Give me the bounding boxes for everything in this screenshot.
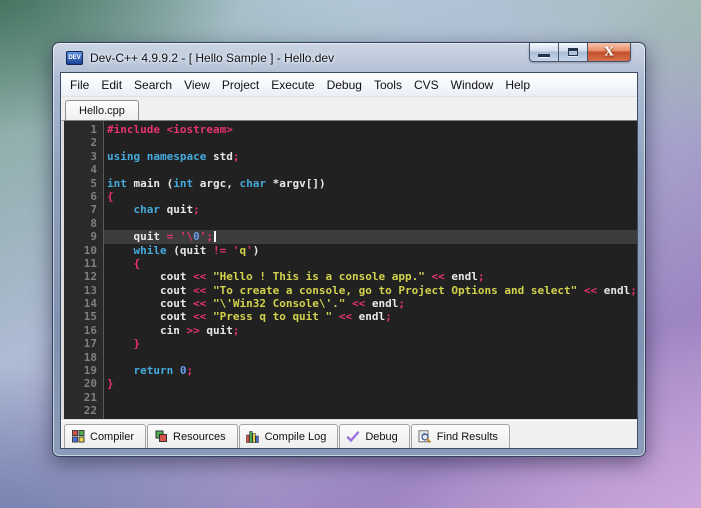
menu-file[interactable]: File	[64, 74, 95, 96]
line-number-21[interactable]: 21	[64, 391, 103, 404]
menu-debug[interactable]: Debug	[321, 74, 368, 96]
code-line-11[interactable]: {	[104, 257, 637, 270]
line-number-13[interactable]: 13	[64, 284, 103, 297]
menu-search[interactable]: Search	[128, 74, 178, 96]
menu-cvs[interactable]: CVS	[408, 74, 445, 96]
tab-resources[interactable]: Resources	[147, 424, 238, 448]
close-icon: X	[604, 44, 614, 59]
editor-tab-bar: Hello.cpp	[61, 97, 637, 120]
devcpp-window: DEV Dev-C++ 4.9.9.2 - [ Hello Sample ] -…	[52, 42, 646, 457]
resources-layers-icon	[154, 430, 168, 443]
code-line-6[interactable]: {	[104, 190, 637, 203]
line-number-14[interactable]: 14	[64, 297, 103, 310]
tab-find-results[interactable]: Find Results	[410, 424, 510, 448]
code-line-17[interactable]: }	[104, 337, 637, 350]
code-line-4[interactable]	[104, 163, 637, 176]
code-line-1[interactable]: #include <iostream>	[104, 123, 637, 136]
code-line-2[interactable]	[104, 136, 637, 149]
menu-tools[interactable]: Tools	[368, 74, 408, 96]
window-title: Dev-C++ 4.9.9.2 - [ Hello Sample ] - Hel…	[90, 50, 335, 65]
line-number-18[interactable]: 18	[64, 351, 103, 364]
maximize-icon	[568, 48, 578, 56]
line-number-4[interactable]: 4	[64, 163, 103, 176]
titlebar[interactable]: DEV Dev-C++ 4.9.9.2 - [ Hello Sample ] -…	[60, 43, 638, 72]
line-number-22[interactable]: 22	[64, 404, 103, 417]
code-line-21[interactable]	[104, 391, 637, 404]
compiler-grid-icon	[71, 430, 85, 443]
desktop-background: DEV Dev-C++ 4.9.9.2 - [ Hello Sample ] -…	[0, 0, 701, 508]
line-number-2[interactable]: 2	[64, 136, 103, 149]
tab-debug[interactable]: Debug	[339, 424, 410, 448]
code-line-13[interactable]: cout << "To create a console, go to Proj…	[104, 284, 637, 297]
minimize-button[interactable]	[529, 43, 559, 62]
code-line-20[interactable]: }	[104, 377, 637, 390]
menu-edit[interactable]: Edit	[95, 74, 128, 96]
bottom-tab-bar: Compiler Resources Compile Log Debug Find Re…	[61, 420, 637, 448]
menu-help[interactable]: Help	[499, 74, 536, 96]
menu-project[interactable]: Project	[216, 74, 265, 96]
code-line-9[interactable]: quit = '\0';	[104, 230, 637, 244]
code-area[interactable]: #include <iostream> using namespace std; i…	[104, 121, 637, 419]
code-line-5[interactable]: int main (int argc, char *argv[])	[104, 177, 637, 190]
tab-label: Compile Log	[264, 430, 327, 443]
tab-compile-log[interactable]: Compile Log	[238, 424, 339, 448]
check-mark-icon	[346, 430, 360, 443]
code-line-18[interactable]	[104, 351, 637, 364]
magnifier-icon	[418, 430, 432, 443]
line-number-5[interactable]: 5	[64, 177, 103, 190]
code-line-3[interactable]: using namespace std;	[104, 150, 637, 163]
bar-chart-icon	[246, 430, 260, 443]
window-controls: X	[529, 43, 631, 62]
code-editor[interactable]: 1 2 3 4 5 6 7 8 9 10 11 12 13 14 15 16 17 18 19 20 21 22 #inc…	[61, 120, 637, 420]
line-number-9[interactable]: 9	[64, 230, 103, 243]
code-line-12[interactable]: cout << "Hello ! This is a console app."…	[104, 270, 637, 283]
code-line-16[interactable]: cin >> quit;	[104, 324, 637, 337]
line-number-15[interactable]: 15	[64, 310, 103, 323]
menu-window[interactable]: Window	[445, 74, 500, 96]
line-number-12[interactable]: 12	[64, 270, 103, 283]
tab-compiler[interactable]: Compiler	[64, 424, 147, 448]
menu-execute[interactable]: Execute	[265, 74, 320, 96]
tab-label: Debug	[365, 430, 398, 443]
tab-label: Find Results	[436, 430, 498, 443]
line-number-6[interactable]: 6	[64, 190, 103, 203]
app-icon: DEV	[66, 50, 83, 65]
line-number-3[interactable]: 3	[64, 150, 103, 163]
line-number-10[interactable]: 10	[64, 244, 103, 257]
code-line-8[interactable]	[104, 217, 637, 230]
line-number-20[interactable]: 20	[64, 377, 103, 390]
menu-view[interactable]: View	[178, 74, 216, 96]
menu-bar: File Edit Search View Project Execute Debug Too…	[61, 73, 637, 97]
minimize-icon	[538, 54, 550, 57]
code-line-19[interactable]: return 0;	[104, 364, 637, 377]
line-number-17[interactable]: 17	[64, 337, 103, 350]
code-line-7[interactable]: char quit;	[104, 203, 637, 216]
line-number-19[interactable]: 19	[64, 364, 103, 377]
line-number-8[interactable]: 8	[64, 217, 103, 230]
window-client-area: File Edit Search View Project Execute Debug Too…	[60, 72, 638, 449]
close-button[interactable]: X	[587, 43, 631, 62]
code-line-22[interactable]	[104, 404, 637, 417]
line-number-16[interactable]: 16	[64, 324, 103, 337]
maximize-button[interactable]	[559, 43, 587, 62]
tab-label: Compiler	[90, 430, 135, 443]
code-line-14[interactable]: cout << "\'Win32 Console\'." << endl;	[104, 297, 637, 310]
code-line-15[interactable]: cout << "Press q to quit " << endl;	[104, 310, 637, 323]
tab-label: Resources	[173, 430, 226, 443]
tab-hello-cpp[interactable]: Hello.cpp	[65, 100, 139, 120]
text-cursor	[213, 231, 216, 243]
line-number-11[interactable]: 11	[64, 257, 103, 270]
line-number-gutter: 1 2 3 4 5 6 7 8 9 10 11 12 13 14 15 16 17 18 19 20 21 22	[64, 121, 104, 419]
code-line-10[interactable]: while (quit != 'q')	[104, 244, 637, 257]
line-number-7[interactable]: 7	[64, 203, 103, 216]
line-number-1[interactable]: 1	[64, 123, 103, 136]
